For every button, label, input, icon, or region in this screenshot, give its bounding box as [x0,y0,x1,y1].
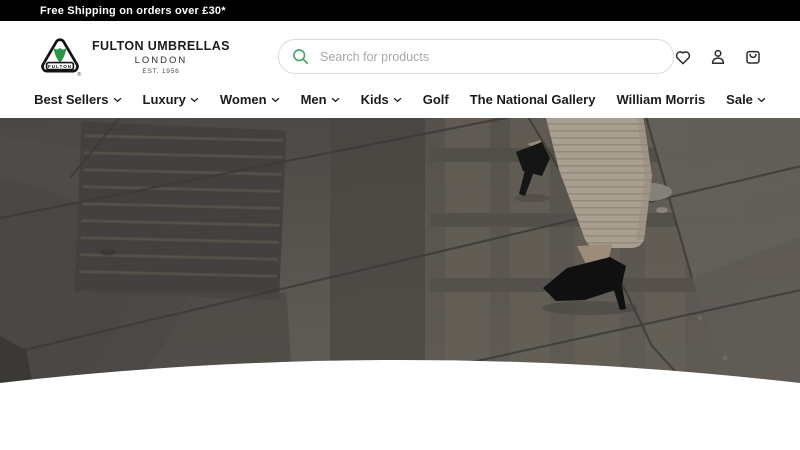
nav-item-the-national-gallery[interactable]: The National Gallery [470,92,596,107]
header-actions [674,48,762,66]
chevron-down-icon [393,97,402,103]
chevron-down-icon [190,97,199,103]
promo-banner: Free Shipping on orders over £30* [0,0,800,21]
search-icon [292,48,309,65]
account-button[interactable] [709,48,727,66]
nav-item-label: William Morris [616,92,705,107]
wishlist-button[interactable] [674,48,692,66]
nav-item-best-sellers[interactable]: Best Sellers [34,92,121,107]
nav-item-label: Golf [423,92,449,107]
nav-item-william-morris[interactable]: William Morris [616,92,705,107]
brand-location: LONDON [92,55,230,66]
fulton-logo-icon: FULTON ® [38,35,82,79]
search-bar[interactable] [278,39,674,74]
hero-section [0,118,800,450]
nav-item-label: Luxury [143,92,186,107]
nav-item-sale[interactable]: Sale [726,92,766,107]
chevron-down-icon [271,97,280,103]
user-icon [709,48,727,66]
heart-icon [674,48,692,66]
logo-wordmark: FULTON [48,64,72,69]
main-nav: Best Sellers Luxury Women Men Kids Golf … [0,92,800,118]
promo-text: Free Shipping on orders over £30* [40,5,226,17]
nav-item-label: Women [220,92,267,107]
bag-icon [744,48,762,66]
header: FULTON ® FULTON UMBRELLAS LONDON EST. 19… [0,21,800,92]
nav-item-women[interactable]: Women [220,92,280,107]
search-input[interactable] [318,49,660,65]
nav-item-label: Best Sellers [34,92,108,107]
hero-image [0,118,800,450]
chevron-down-icon [331,97,340,103]
cart-button[interactable] [744,48,762,66]
nav-item-label: Sale [726,92,753,107]
nav-item-luxury[interactable]: Luxury [143,92,199,107]
nav-item-label: The National Gallery [470,92,596,107]
registered-mark: ® [78,71,82,78]
brand-established: EST. 1956 [92,68,230,75]
brand-name: FULTON UMBRELLAS [92,39,230,53]
nav-item-label: Kids [361,92,389,107]
chevron-down-icon [757,97,766,103]
nav-item-kids[interactable]: Kids [361,92,402,107]
nav-item-golf[interactable]: Golf [423,92,449,107]
chevron-down-icon [113,97,122,103]
nav-item-label: Men [301,92,327,107]
brand-logo[interactable]: FULTON ® FULTON UMBRELLAS LONDON EST. 19… [38,35,263,79]
nav-item-men[interactable]: Men [301,92,340,107]
